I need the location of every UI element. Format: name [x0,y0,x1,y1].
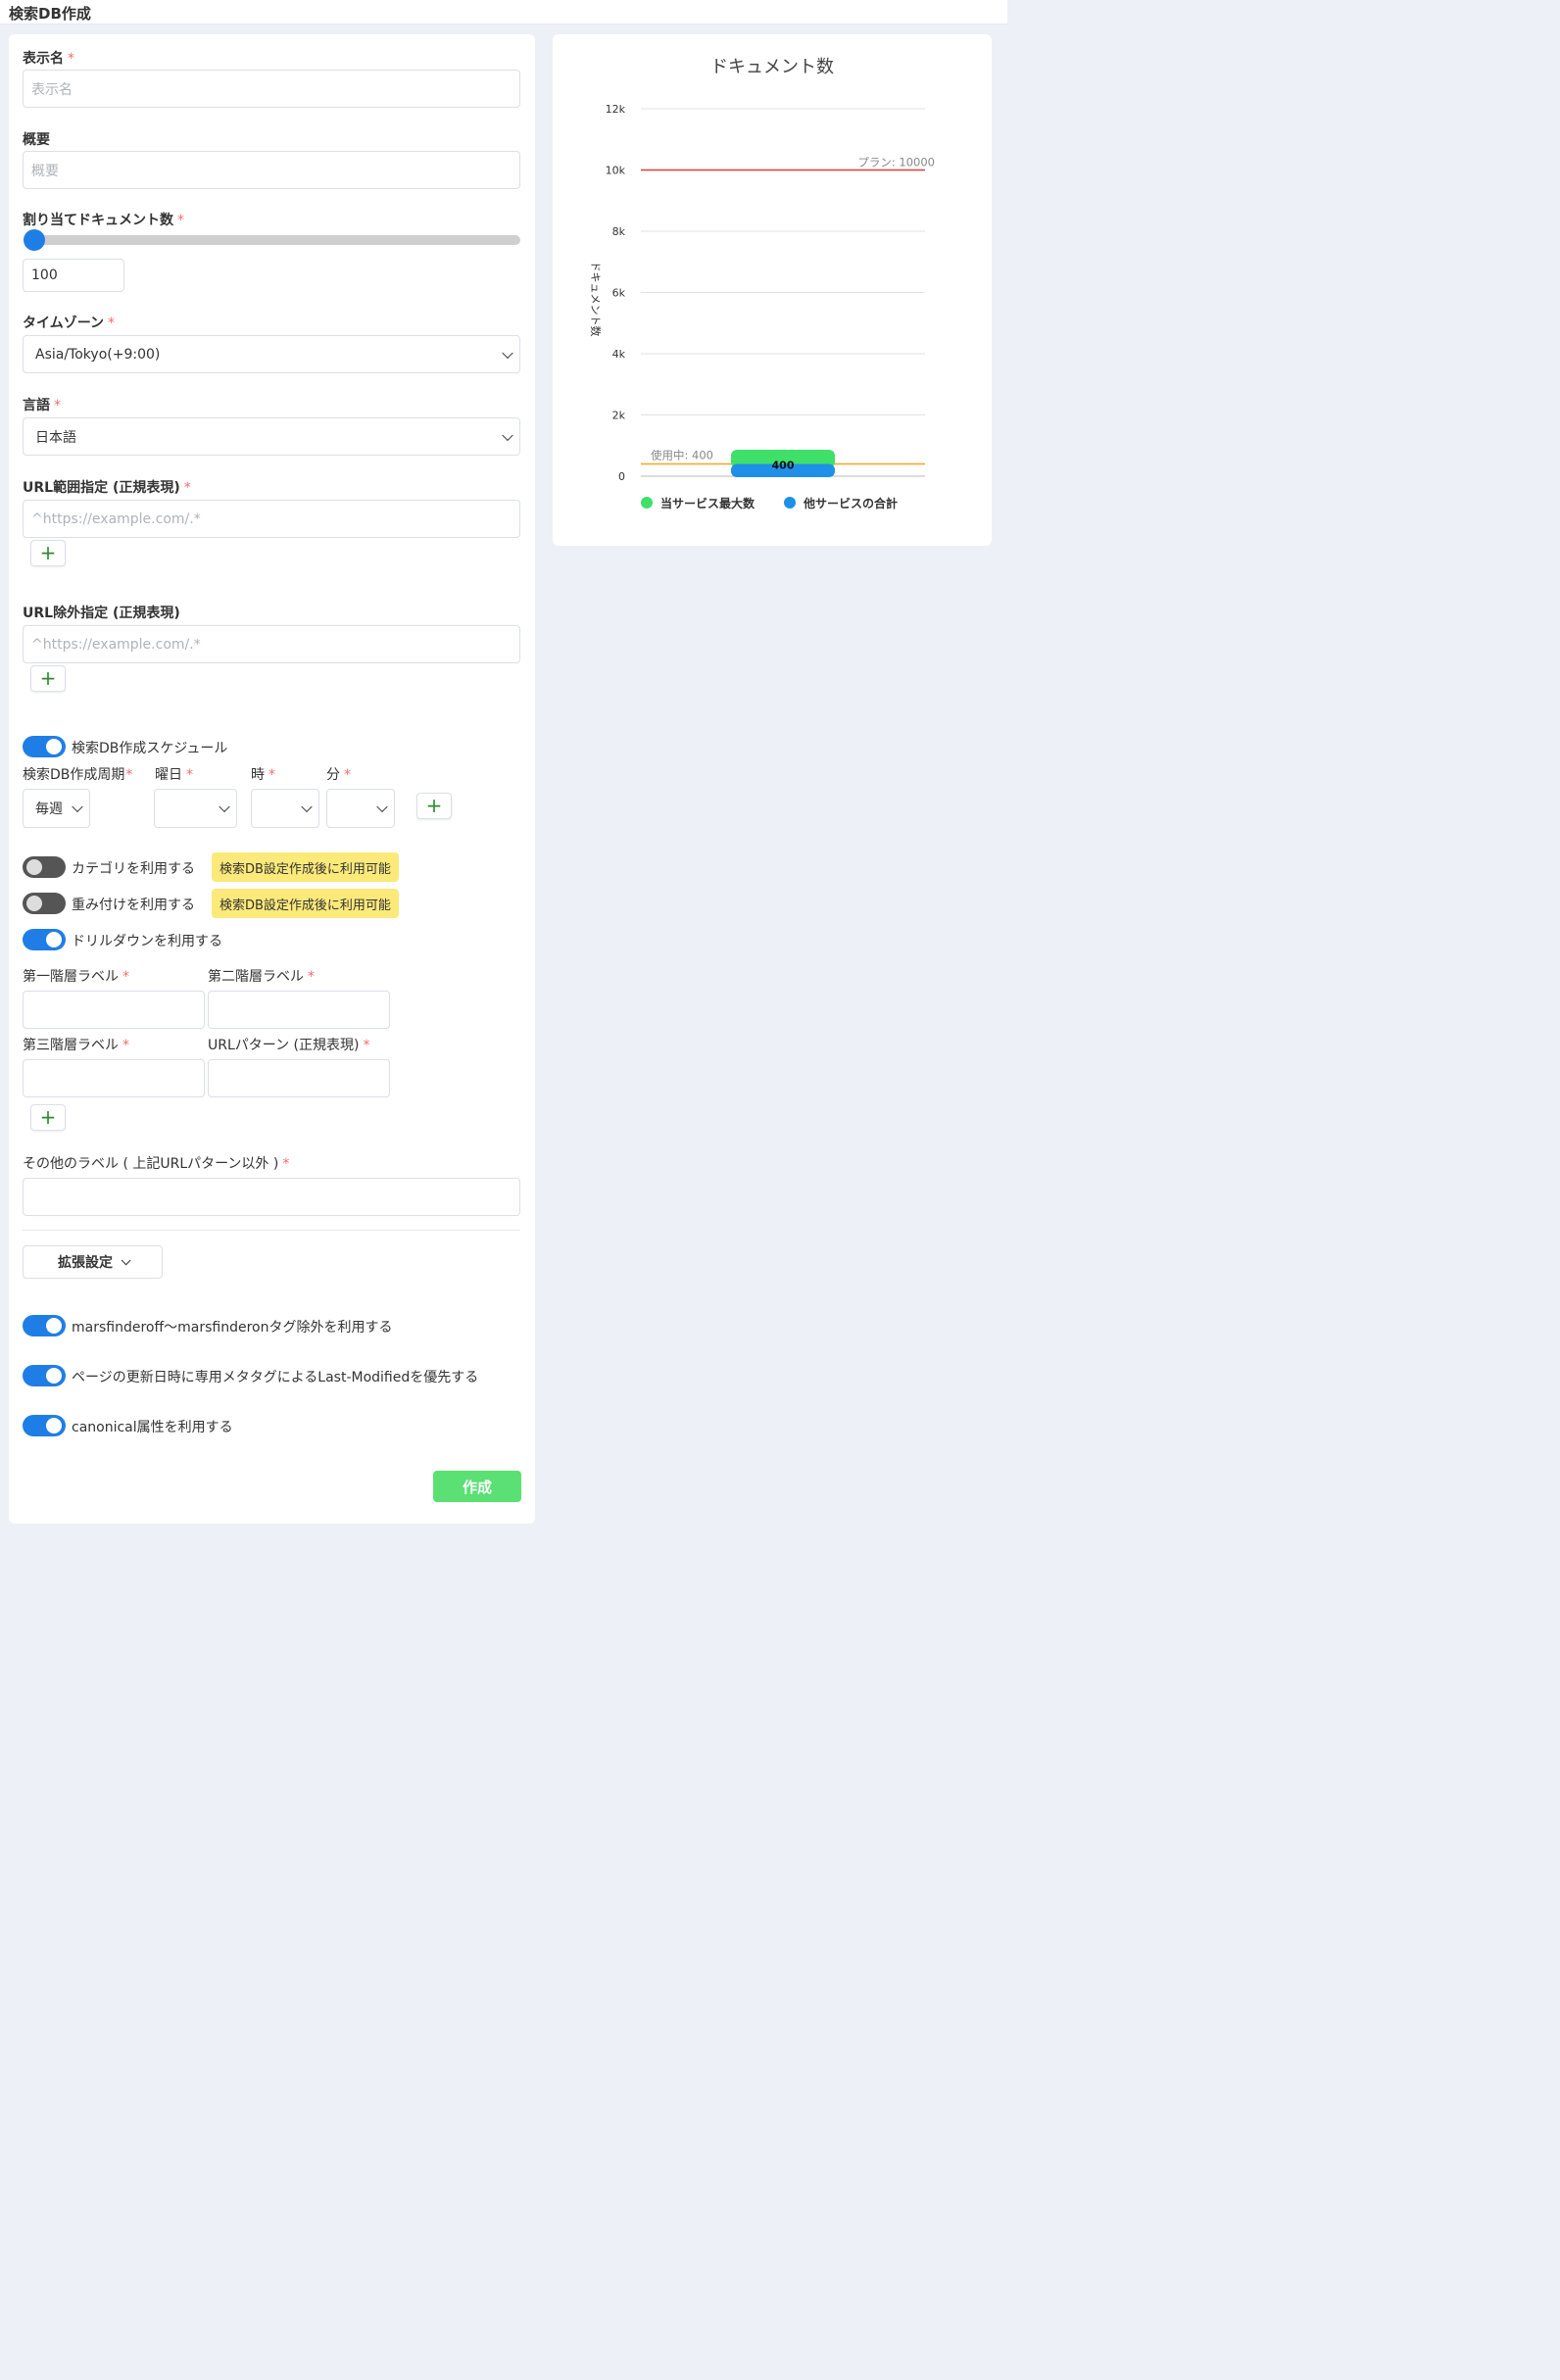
chevron-down-icon [376,801,388,813]
section-divider [23,1230,520,1231]
schedule-period-value: 毎週 [35,801,63,817]
chart-y-axis-label: ドキュメント数 [589,262,602,337]
url-exclude-label: URL除外指定 (正規表現) [23,606,180,621]
toggle-knob [46,1368,62,1384]
y-tick-label: 4k [612,348,626,361]
drilldown-other-input[interactable] [23,1178,520,1216]
add-url-range-button[interactable]: + [30,540,66,566]
drilldown-url-pattern-input[interactable] [208,1059,390,1097]
summary-label: 概要 [23,132,50,148]
y-tick-label: 0 [618,470,625,483]
drilldown-level2-input[interactable] [208,991,390,1029]
drilldown-label: ドリルダウンを利用する [72,934,222,949]
y-tick-label: 8k [612,225,626,238]
option-last-modified-toggle[interactable] [23,1365,66,1386]
chevron-down-icon [502,429,513,441]
chevron-down-icon [502,347,513,359]
category-status-badge: 検索DB設定作成後に利用可能 [212,852,399,882]
reference-line-label: 使用中: 400 [651,449,713,462]
display-name-label: 表示名 * [23,51,74,67]
schedule-hour-select[interactable] [251,789,319,828]
legend-label: 当サービス最大数 [660,496,756,510]
schedule-weekday-select[interactable] [154,789,237,828]
add-drilldown-row-button[interactable]: + [30,1104,66,1131]
drilldown-level1-input[interactable] [23,991,205,1029]
drilldown-other-label: その他のラベル ( 上記URLパターン以外 ) * [23,1156,290,1172]
toggle-knob [46,1318,62,1334]
drilldown-url-pattern-label: URLパターン (正規表現) * [208,1038,370,1053]
y-tick-label: 6k [612,287,626,300]
schedule-minute-label: 分 * [326,767,351,783]
legend-marker [641,497,653,509]
option-tag-exclude-label: marsfinderoff〜marsfinderonタグ除外を利用する [72,1320,393,1336]
schedule-minute-select[interactable] [326,789,395,828]
drilldown-level1-label: 第一階層ラベル * [23,969,129,985]
chevron-down-icon [219,801,230,813]
language-value: 日本語 [35,429,76,446]
y-tick-label: 12k [606,103,626,116]
option-tag-exclude-toggle[interactable] [23,1315,66,1336]
schedule-weekday-label: 曜日 * [155,767,193,783]
weighting-toggle[interactable] [23,893,66,914]
weighting-status-badge: 検索DB設定作成後に利用可能 [212,889,399,918]
option-canonical-toggle[interactable] [23,1415,66,1436]
toggle-knob [46,739,62,754]
legend-marker [784,497,796,509]
option-canonical-label: canonical属性を利用する [72,1420,233,1435]
y-tick-label: 2k [612,410,626,422]
schedule-toggle-label: 検索DB作成スケジュール [72,741,228,756]
page-title: 検索DB作成 [9,5,91,23]
option-last-modified-label: ページの更新日時に専用メタタグによるLast-Modifiedを優先する [72,1370,479,1385]
legend-label: 他サービスの合計 [803,496,898,510]
doc-alloc-slider-thumb[interactable] [24,229,45,251]
url-range-input[interactable]: ^https://example.com/.* [23,500,520,538]
toggle-knob [26,859,42,875]
timezone-select[interactable]: Asia/Tokyo(+9:00) [23,335,520,373]
drilldown-level3-input[interactable] [23,1059,205,1097]
chart-title: ドキュメント数 [710,57,834,77]
bar-data-label: 400 [772,460,795,472]
summary-input[interactable]: 概要 [23,151,520,189]
chevron-down-icon [121,1254,131,1265]
reference-line-label: プラン: 10000 [857,156,935,170]
add-schedule-button[interactable]: + [416,793,452,819]
url-range-label: URL範囲指定 (正規表現) * [23,480,191,496]
create-button[interactable]: 作成 [433,1471,521,1502]
doc-alloc-label: 割り当てドキュメント数 * [23,213,184,228]
toggle-knob [46,1418,62,1433]
drilldown-level2-label: 第二階層ラベル * [208,969,315,985]
timezone-value: Asia/Tokyo(+9:00) [35,346,161,363]
schedule-toggle[interactable] [23,736,66,757]
document-count-chart: ドキュメント数 ドキュメント数 0 2k 4k 6k 8k 10k 12k プラン: 100… [589,57,935,510]
url-exclude-input[interactable]: ^https://example.com/.* [23,625,520,663]
schedule-hour-label: 時 * [251,767,275,783]
form-card: 表示名 * 表示名 概要 概要 割り当てドキュメント数 * 100 タイムゾーン * … [9,34,535,1524]
timezone-label: タイムゾーン * [23,316,116,331]
language-label: 言語 * [23,398,61,413]
chevron-down-icon [72,801,83,813]
add-url-exclude-button[interactable]: + [30,665,66,692]
y-tick-label: 10k [606,165,626,177]
toggle-knob [46,932,62,947]
top-bar: 検索DB作成 [0,0,1007,24]
extended-settings-label: 拡張設定 [58,1255,113,1271]
doc-alloc-input[interactable]: 100 [23,259,124,292]
schedule-period-select[interactable]: 毎週 [23,789,90,828]
display-name-input[interactable]: 表示名 [23,70,520,108]
toggle-knob [26,896,42,911]
chevron-down-icon [301,801,313,813]
drilldown-level3-label: 第三階層ラベル * [23,1038,129,1053]
weighting-label: 重み付けを利用する [72,898,195,913]
schedule-period-label: 検索DB作成周期* [23,767,133,783]
category-label: カテゴリを利用する [72,861,195,877]
chart-card: ドキュメント数 ドキュメント数 0 2k 4k 6k 8k 10k 12k プラン: 100… [553,34,992,546]
extended-settings-button[interactable]: 拡張設定 [23,1245,163,1279]
drilldown-toggle[interactable] [23,929,66,950]
language-select[interactable]: 日本語 [23,417,520,456]
doc-alloc-slider-track[interactable] [26,235,520,245]
category-toggle[interactable] [23,856,66,878]
